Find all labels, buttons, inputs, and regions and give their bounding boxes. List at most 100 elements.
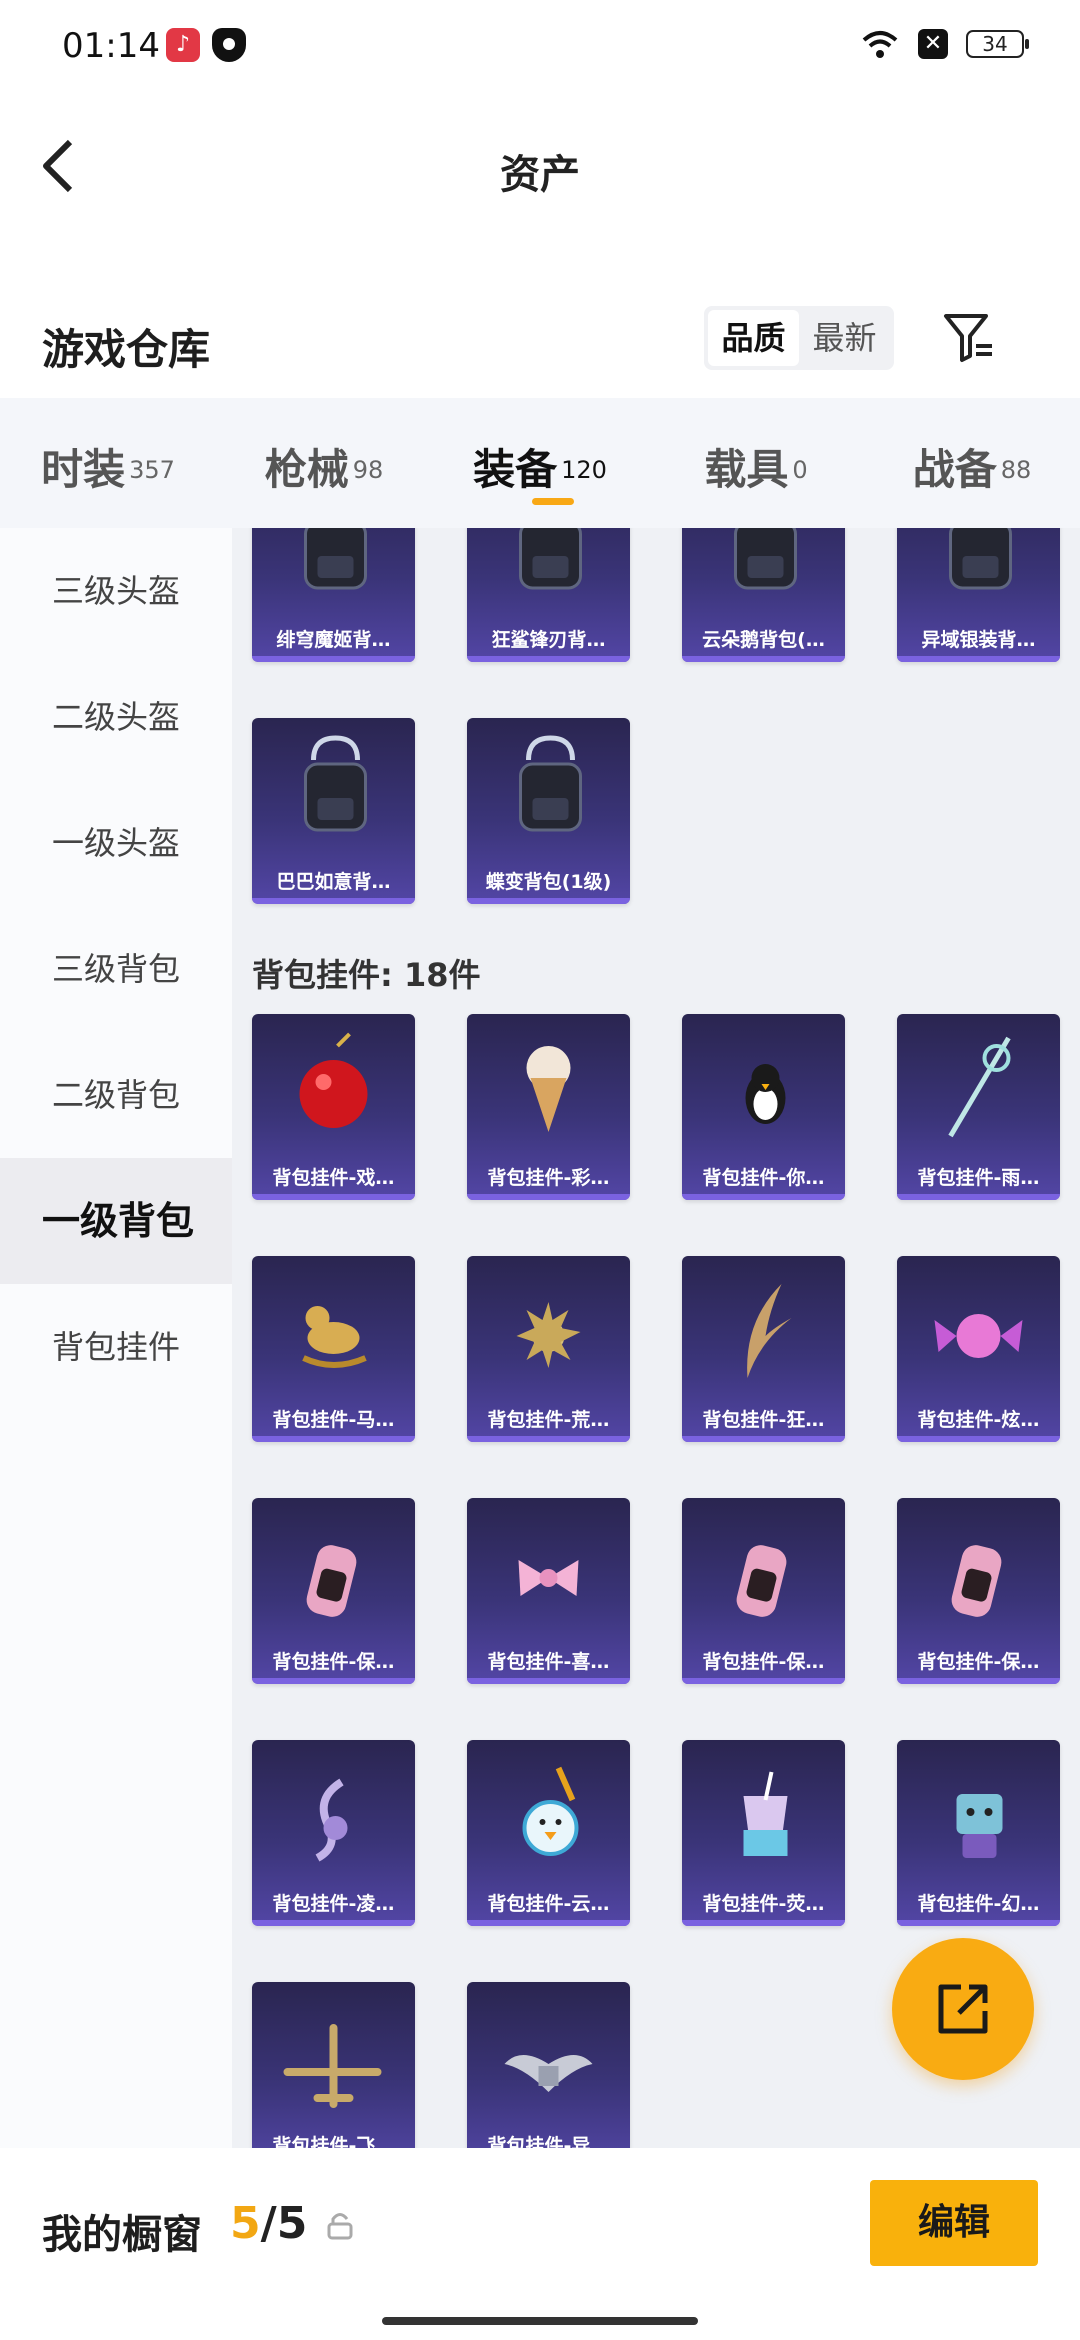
page-title: 资产 (500, 152, 580, 198)
tab-count: 357 (129, 455, 175, 484)
item-grid-panel: 绯穹魔姬背… 狂鲨锋刃背… 云朵鹅背包(… 异域银装背… 巴巴如意背… 蝶变背包(1级) … (232, 528, 1080, 2148)
item-label: 狂鲨锋刃背… (491, 629, 606, 651)
tab-label: 枪械 (264, 445, 349, 494)
wings-charm-icon (504, 2055, 593, 2092)
charm-item[interactable]: 背包挂件-保… (897, 1498, 1060, 1684)
bottom-bar: 我的橱窗 5/5 编辑 (0, 2148, 1080, 2340)
sidebar-item-backpack-1[interactable]: 一级背包 (0, 1158, 232, 1284)
backpack-item[interactable]: 巴巴如意背… (252, 718, 415, 904)
swirl-charm-icon (315, 1778, 348, 1862)
sun-charm-icon (516, 1302, 581, 1368)
backpack-grid: 绯穹魔姬背… 狂鲨锋刃背… 云朵鹅背包(… 异域银装背… 巴巴如意背… 蝶变背包(1级) (252, 528, 1072, 904)
item-label: 背包挂件-狂… (702, 1409, 825, 1431)
apple-charm-icon (299, 1032, 368, 1128)
charm-item[interactable]: 背包挂件-戏… (252, 1014, 415, 1200)
item-label: 背包挂件-马… (272, 1409, 395, 1431)
fin-charm-icon (747, 1284, 792, 1378)
item-label: 绯穹魔姬背… (276, 629, 391, 651)
backpack-icon (949, 528, 1012, 590)
showcase-label: 我的橱窗 (42, 2212, 202, 2258)
charm-item[interactable]: 背包挂件-你… (682, 1014, 845, 1200)
music-app-icon: ♪ (166, 28, 200, 62)
battery-indicator: 34 (966, 30, 1029, 58)
tab-vehicles[interactable]: 载具 0 (648, 398, 864, 528)
charm-item[interactable]: 背包挂件-狂… (682, 1256, 845, 1442)
showcase-count: 5/5 (230, 2198, 307, 2249)
sort-newest-button[interactable]: 最新 (799, 310, 890, 366)
charm-item[interactable]: 背包挂件-荒… (467, 1256, 630, 1442)
tab-equipment[interactable]: 装备 120 (432, 398, 648, 528)
edit-button[interactable]: 编辑 (870, 2180, 1038, 2266)
penguin-charm-icon (745, 1064, 786, 1124)
wifi-icon (860, 28, 900, 60)
charm-item[interactable]: 背包挂件-荧… (682, 1740, 845, 1926)
duck-charm-icon (522, 1766, 579, 1856)
bow-charm-icon (518, 1560, 579, 1596)
showcase-current: 5 (230, 2198, 261, 2249)
charm-item[interactable]: 背包挂件-幻… (897, 1740, 1060, 1926)
tab-count: 0 (792, 455, 808, 484)
ice-cream-charm-icon (526, 1046, 571, 1132)
sidebar-item-helmet-3[interactable]: 三级头盔 (0, 528, 232, 654)
sidebar-item-backpack-2[interactable]: 二级背包 (0, 1032, 232, 1158)
item-label: 背包挂件-保… (272, 1651, 395, 1673)
item-label: 背包挂件-你… (702, 1167, 825, 1189)
tab-indicator (532, 498, 574, 505)
charm-item[interactable]: 背包挂件-凌… (252, 1740, 415, 1926)
sort-quality-button[interactable]: 品质 (708, 310, 799, 366)
tab-count: 98 (352, 455, 384, 484)
charm-item[interactable]: 背包挂件-马… (252, 1256, 415, 1442)
tab-fashion[interactable]: 时装 357 (0, 398, 216, 528)
status-indicators: ✕ 34 (860, 28, 1029, 60)
filter-icon[interactable] (940, 310, 996, 366)
item-label: 蝶变背包(1级) (485, 871, 612, 893)
charm-item[interactable]: 背包挂件-云… (467, 1740, 630, 1926)
tab-label: 装备 (473, 445, 558, 494)
tab-guns[interactable]: 枪械 98 (216, 398, 432, 528)
backpack-icon (304, 735, 367, 832)
tab-supplies[interactable]: 战备 88 (864, 398, 1080, 528)
charm-item[interactable]: 背包挂件-喜… (467, 1498, 630, 1684)
candy-charm-icon (934, 1314, 1023, 1358)
charm-item[interactable]: 背包挂件-保… (252, 1498, 415, 1684)
sidebar-item-backpack-3[interactable]: 三级背包 (0, 906, 232, 1032)
shield-app-icon (212, 28, 246, 62)
charm-item[interactable]: 背包挂件-保… (682, 1498, 845, 1684)
tab-label: 载具 (704, 445, 789, 494)
app-header: 资产 (0, 96, 1080, 246)
backpack-icon (519, 735, 582, 832)
item-label: 背包挂件-荒… (487, 1409, 610, 1431)
charm-item[interactable]: 背包挂件-异… (467, 1982, 630, 2148)
staff-charm-icon (948, 1036, 1011, 1138)
section-title: 游戏仓库 (42, 325, 211, 374)
backpack-item[interactable]: 蝶变背包(1级) (467, 718, 630, 904)
backpack-item[interactable]: 狂鲨锋刃背… (467, 528, 630, 662)
tag-charm-icon (736, 1545, 787, 1617)
charm-item[interactable]: 背包挂件-彩… (467, 1014, 630, 1200)
showcase-total: /5 (260, 2198, 308, 2249)
lock-icon (327, 2213, 353, 2240)
tab-label: 战备 (912, 445, 997, 494)
item-label: 异域银装背… (921, 629, 1036, 651)
sim-off-icon: ✕ (918, 29, 948, 59)
sidebar-item-charms[interactable]: 背包挂件 (0, 1284, 232, 1410)
share-icon (938, 1984, 988, 2034)
backpack-item[interactable]: 绯穹魔姬背… (252, 528, 415, 662)
charm-group-title: 背包挂件: 18件 (252, 956, 481, 994)
item-label: 背包挂件-喜… (487, 1651, 610, 1673)
item-label: 巴巴如意背… (276, 871, 391, 893)
category-tabs: 时装 357 枪械 98 装备 120 载具 0 战备 88 (0, 398, 1080, 528)
sidebar-item-helmet-1[interactable]: 一级头盔 (0, 780, 232, 906)
charm-item[interactable]: 背包挂件-炫… (897, 1256, 1060, 1442)
charm-item[interactable]: 背包挂件-飞… (252, 1982, 415, 2148)
sidebar-item-helmet-2[interactable]: 二级头盔 (0, 654, 232, 780)
charm-item[interactable]: 背包挂件-雨… (897, 1014, 1060, 1200)
share-button[interactable] (892, 1938, 1034, 2080)
item-label: 背包挂件-彩… (487, 1167, 610, 1189)
sort-toggle: 品质 最新 (704, 306, 894, 370)
status-bar: 01:14 ♪ ✕ 34 (0, 0, 1080, 96)
backpack-item[interactable]: 异域银装背… (897, 528, 1060, 662)
backpack-item[interactable]: 云朵鹅背包(… (682, 528, 845, 662)
tab-count: 88 (1000, 455, 1032, 484)
horse-charm-icon (302, 1306, 367, 1368)
